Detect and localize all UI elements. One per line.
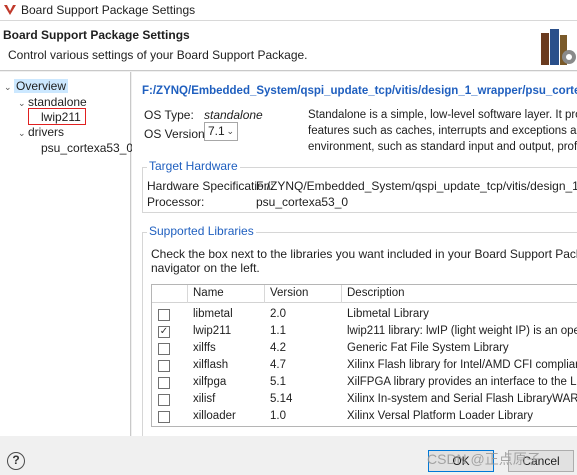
tree-item-psu-cortexa53-0[interactable]: psu_cortexa53_0 <box>41 140 133 156</box>
library-description: Generic Fat File System Library <box>347 342 509 354</box>
library-description: Xilinx Versal Platform Loader Library <box>347 410 533 422</box>
library-name: libmetal <box>193 308 233 320</box>
library-version: 5.1 <box>270 376 286 388</box>
library-checkbox[interactable] <box>158 394 170 406</box>
os-version-value: 7.1 <box>208 124 225 138</box>
libraries-instructions: Check the box next to the libraries you … <box>151 247 577 261</box>
library-name: lwip211 <box>193 325 232 337</box>
library-checkbox[interactable] <box>158 377 170 389</box>
library-name: xilfpga <box>193 376 227 388</box>
chevron-down-icon[interactable]: ⌄ <box>4 79 14 95</box>
dialog-header: Board Support Package Settings Control v… <box>0 21 577 71</box>
library-description: Libmetal Library <box>347 308 429 320</box>
libraries-table: Name Version Description libmetal 2.0 Li… <box>151 284 577 427</box>
library-version: 1.1 <box>270 325 286 337</box>
library-name: xilflash <box>193 359 229 371</box>
table-row[interactable]: ✓ lwip211 1.1 lwip211 library: lwIP (lig… <box>152 324 577 341</box>
library-name: xilisf <box>193 393 216 405</box>
os-type-value: standalone <box>204 108 263 122</box>
table-row[interactable]: xilloader 1.0 Xilinx Versal Platform Loa… <box>152 409 577 426</box>
library-version: 4.2 <box>270 342 286 354</box>
table-row[interactable]: xilffs 4.2 Generic Fat File System Libra… <box>152 341 577 358</box>
os-type-label: OS Type: <box>144 108 194 122</box>
supported-libraries-legend: Supported Libraries <box>147 224 256 238</box>
books-settings-icon <box>541 29 576 65</box>
column-header-version[interactable]: Version <box>270 287 308 299</box>
os-description-line: environment, such as standard input and … <box>308 141 577 153</box>
library-checkbox[interactable] <box>158 360 170 372</box>
tree-item-label: drivers <box>28 125 65 139</box>
table-row[interactable]: xilflash 4.7 Xilinx Flash library for In… <box>152 358 577 375</box>
library-description: Xilinx Flash library for Intel/AMD CFI c… <box>347 359 577 371</box>
column-divider[interactable] <box>264 285 265 303</box>
dialog-subtitle: Control various settings of your Board S… <box>8 48 308 62</box>
title-bar: Board Support Package Settings <box>0 0 577 21</box>
os-description: Standalone is a simple, low-level softwa… <box>308 107 577 155</box>
os-version-label: OS Version: <box>144 127 209 141</box>
table-row[interactable]: libmetal 2.0 Libmetal Library <box>152 307 577 324</box>
libraries-instructions-cont: navigator on the left. <box>151 261 260 275</box>
target-hardware-legend: Target Hardware <box>147 159 240 173</box>
library-version: 5.14 <box>270 393 293 405</box>
column-divider[interactable] <box>187 285 188 303</box>
library-description: lwip211 library: lwIP (light weight IP) … <box>347 325 577 337</box>
library-checkbox[interactable]: ✓ <box>158 326 170 338</box>
tree-item-overview[interactable]: ⌄ Overview <box>4 78 69 95</box>
hardware-spec-label: Hardware Specification: <box>147 179 274 193</box>
library-name: xilffs <box>193 342 216 354</box>
library-checkbox[interactable] <box>158 309 170 321</box>
library-checkbox[interactable] <box>158 343 170 355</box>
tree-item-drivers[interactable]: ⌄ drivers <box>18 124 64 140</box>
table-row[interactable]: xilisf 5.14 Xilinx In-system and Serial … <box>152 392 577 409</box>
processor-value: psu_cortexa53_0 <box>256 195 349 209</box>
library-version: 2.0 <box>270 308 286 320</box>
tree-item-label: standalone <box>28 95 87 109</box>
navigator-tree: ⌄ Overview ⌄ standalone lwip211 ⌄ drivers p… <box>0 72 133 436</box>
highlight-box <box>28 108 86 125</box>
watermark: CSDN @正点原子 <box>427 451 541 467</box>
chevron-down-icon: ⌄ <box>226 126 234 136</box>
column-header-name[interactable]: Name <box>193 287 224 299</box>
column-header-description[interactable]: Description <box>347 287 405 299</box>
library-description: XilFPGA library provides an interface to… <box>347 376 577 388</box>
library-name: xilloader <box>193 410 236 422</box>
os-description-line: Standalone is a simple, low-level softwa… <box>308 109 577 121</box>
vitis-logo-icon <box>4 5 16 15</box>
library-version: 1.0 <box>270 410 286 422</box>
os-version-select[interactable]: 7.1 ⌄ <box>204 122 238 141</box>
chevron-down-icon[interactable]: ⌄ <box>18 95 28 111</box>
table-row[interactable]: xilfpga 5.1 XilFPGA library provides an … <box>152 375 577 392</box>
tree-item-label: Overview <box>14 79 69 93</box>
os-description-line: features such as caches, interrupts and … <box>308 125 577 137</box>
help-icon[interactable]: ? <box>7 452 25 470</box>
dialog-title: Board Support Package Settings <box>3 28 190 42</box>
domain-path: F:/ZYNQ/Embedded_System/qspi_update_tcp/… <box>142 85 577 97</box>
column-divider[interactable] <box>341 285 342 303</box>
library-version: 4.7 <box>270 359 286 371</box>
library-checkbox[interactable] <box>158 411 170 423</box>
tree-item-label: psu_cortexa53_0 <box>41 141 134 155</box>
window-title: Board Support Package Settings <box>21 3 196 17</box>
overview-panel: F:/ZYNQ/Embedded_System/qspi_update_tcp/… <box>132 72 577 436</box>
library-description: Xilinx In-system and Serial Flash Librar… <box>347 393 577 405</box>
processor-label: Processor: <box>147 195 205 209</box>
hardware-spec-value: F:/ZYNQ/Embedded_System/qspi_update_tcp/… <box>256 179 577 193</box>
table-header: Name Version Description <box>152 285 577 303</box>
chevron-down-icon[interactable]: ⌄ <box>18 125 28 141</box>
